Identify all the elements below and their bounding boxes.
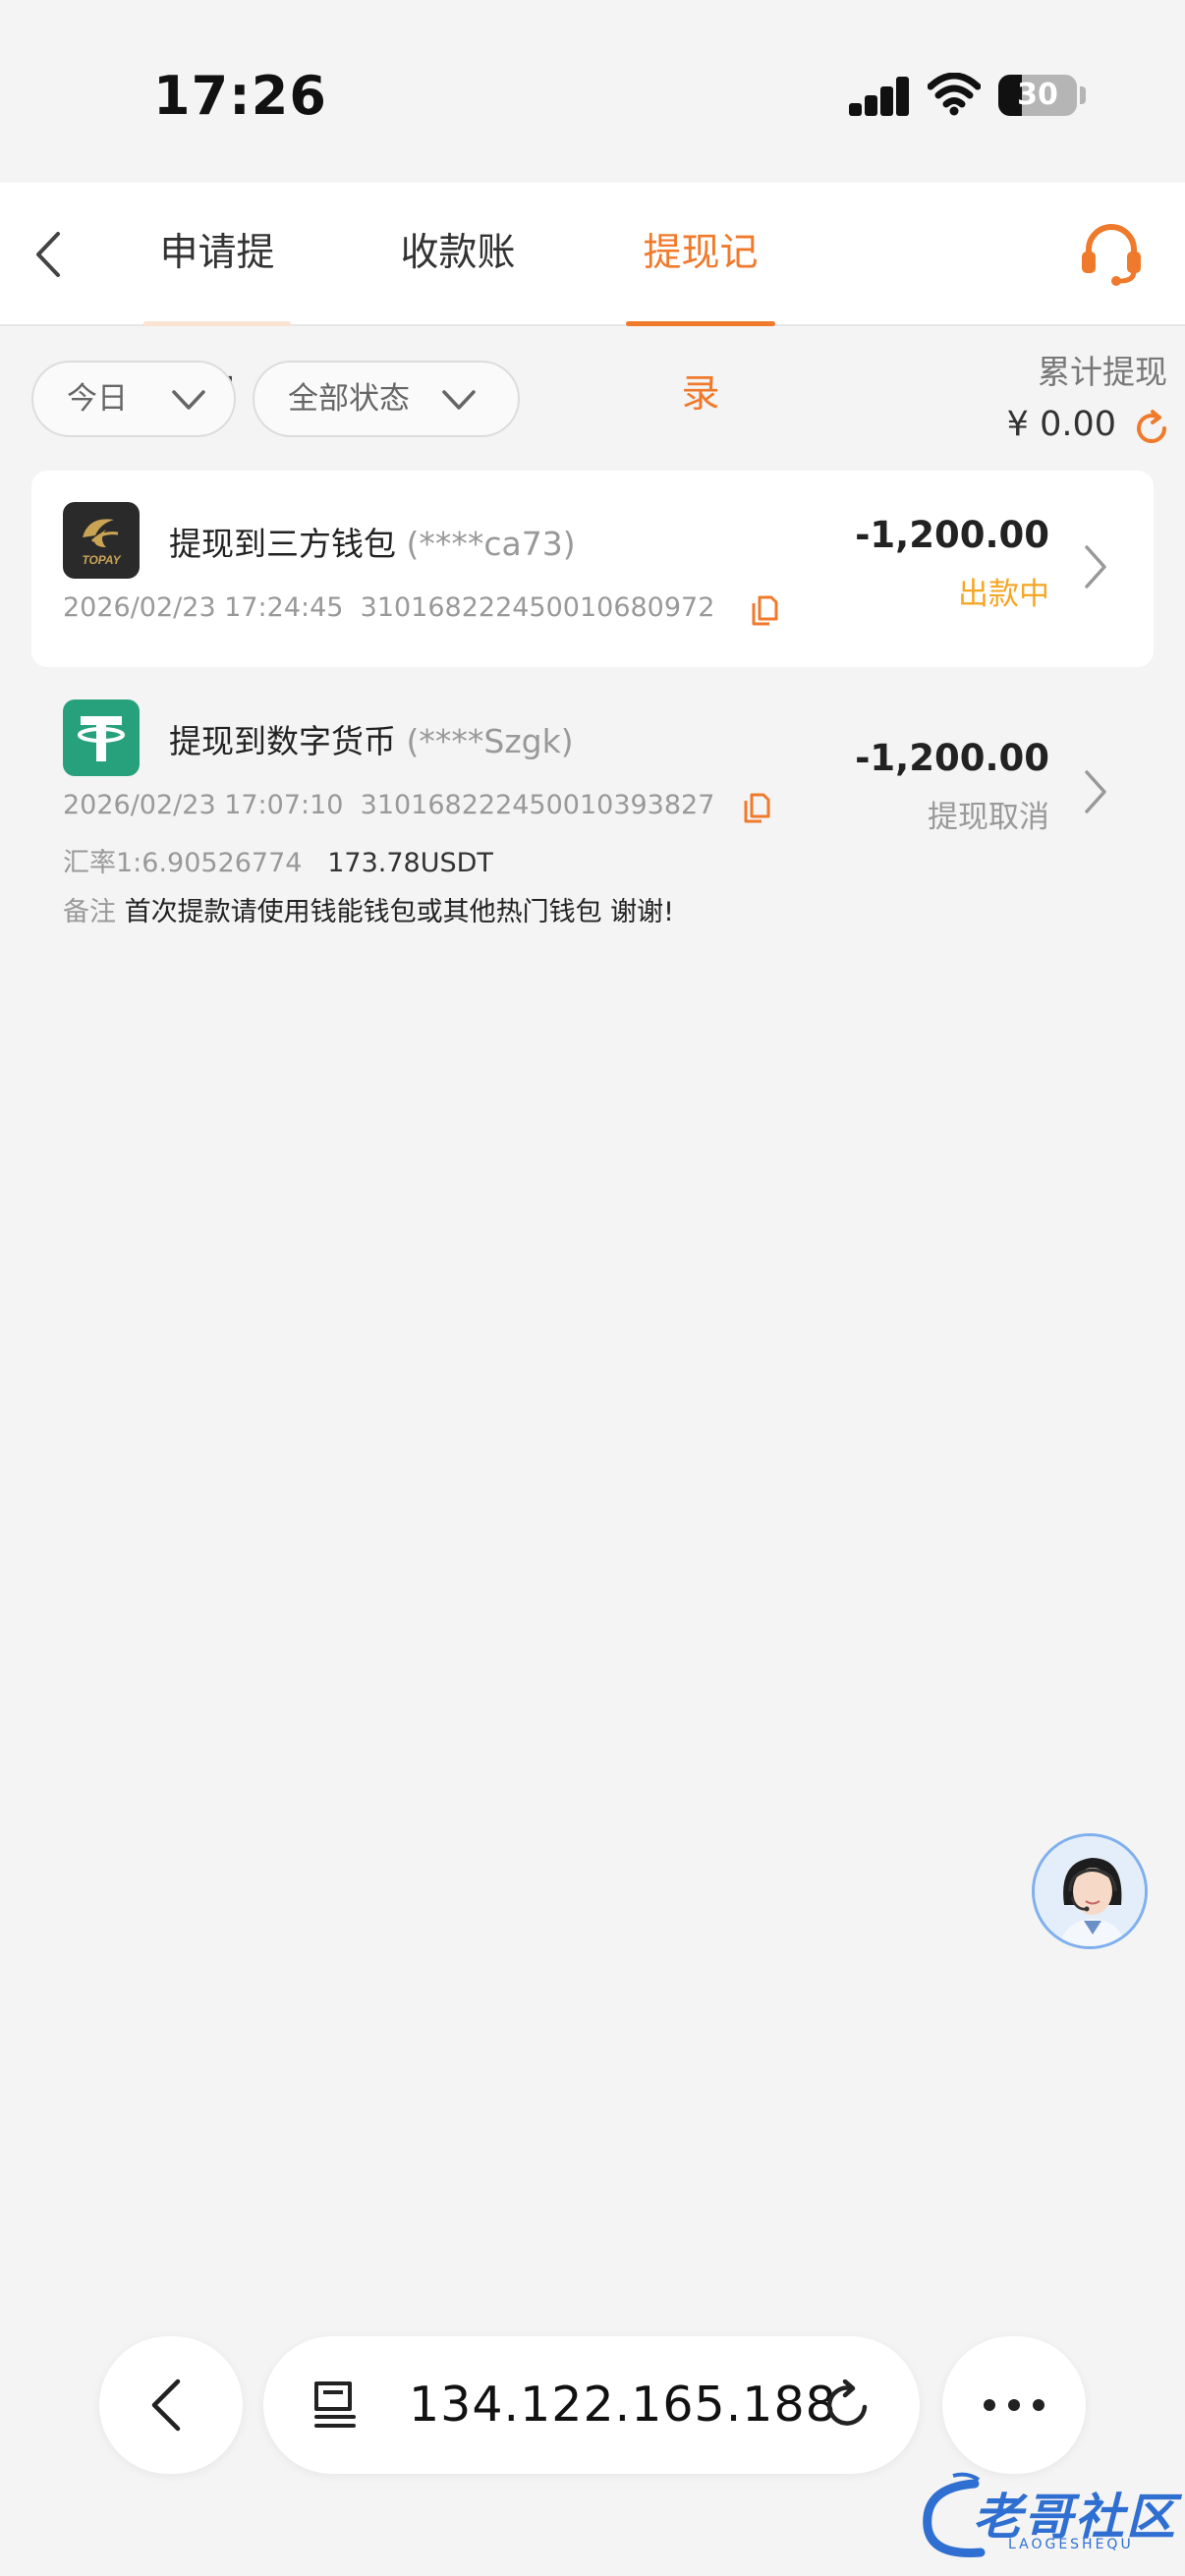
chevron-down-icon: [442, 390, 476, 410]
customer-service-icon[interactable]: [1077, 222, 1146, 287]
back-icon[interactable]: [33, 230, 63, 279]
record-order-id: 310168222450010680972: [360, 592, 715, 623]
tab-withdraw-records[interactable]: 提现记录: [626, 183, 775, 417]
browser-more-button[interactable]: [942, 2336, 1086, 2474]
tether-usdt-icon: [63, 700, 140, 776]
status-filter-dropdown[interactable]: 全部状态: [253, 361, 520, 437]
record-amount: -1,200.00: [855, 514, 1049, 556]
record-amount: -1,200.00: [855, 737, 1049, 779]
total-withdraw-label: 累计提现: [1038, 353, 1167, 391]
support-agent-avatar[interactable]: [1032, 1833, 1148, 1949]
copy-icon[interactable]: [743, 792, 770, 823]
record-note-text: 首次提款请使用钱能钱包或其他热门钱包 谢谢!: [124, 897, 674, 927]
watermark-logo: 老哥社区 LAOGESHEQU: [914, 2470, 1179, 2568]
cellular-signal-icon: [849, 75, 909, 116]
record-title: 提现到三方钱包 (****ca73): [169, 525, 576, 563]
record-exchange-rate: 汇率1:6.90526774 173.78USDT: [63, 848, 493, 878]
record-status: 出款中: [958, 577, 1049, 612]
refresh-icon[interactable]: [1132, 409, 1171, 448]
tab-payee-accounts[interactable]: 收款账户: [384, 183, 532, 417]
svg-text:TOPAY: TOPAY: [82, 553, 121, 567]
status-bar: 17:26 30: [0, 0, 1185, 183]
record-order-id: 310168222450010393827: [360, 790, 715, 820]
url-text: 134.122.165.188: [409, 2377, 837, 2433]
browser-back-button[interactable]: [99, 2336, 243, 2474]
total-withdraw-value: ¥ 0.00: [1006, 405, 1116, 444]
reader-mode-icon[interactable]: [310, 2380, 360, 2431]
withdraw-record-item[interactable]: 提现到数字货币 (****Szgk) 2026/02/23 17:07:10 3…: [31, 678, 1154, 943]
chevron-right-icon: [1085, 770, 1106, 813]
back-arrow-icon: [151, 2379, 181, 2432]
date-filter-label: 今日: [67, 381, 128, 417]
wifi-icon: [928, 73, 981, 116]
browser-address-bar[interactable]: 134.122.165.188: [263, 2336, 920, 2474]
record-datetime: 2026/02/23 17:24:45: [63, 592, 344, 623]
more-icon: [984, 2399, 1044, 2411]
total-withdraw-row: ¥ 0.00: [876, 405, 1171, 452]
record-account-mask: (****Szgk): [406, 722, 574, 760]
reload-icon[interactable]: [821, 2380, 873, 2431]
record-usdt-amount: 173.78USDT: [327, 848, 493, 878]
topay-wallet-icon: TOPAY: [63, 502, 140, 579]
chevron-down-icon: [172, 390, 205, 410]
withdraw-record-item[interactable]: TOPAY 提现到三方钱包 (****ca73) 2026/02/23 17:2…: [31, 471, 1154, 667]
copy-icon[interactable]: [751, 594, 778, 626]
tab-apply-withdraw[interactable]: 申请提现: [143, 183, 291, 417]
record-note: 备注 首次提款请使用钱能钱包或其他热门钱包 谢谢!: [63, 897, 674, 927]
battery-icon: 30: [998, 75, 1077, 116]
record-account-mask: (****ca73): [406, 525, 576, 563]
status-time: 17:26: [153, 65, 327, 127]
battery-level: 30: [1017, 78, 1058, 112]
status-filter-label: 全部状态: [288, 381, 410, 417]
record-datetime: 2026/02/23 17:07:10: [63, 790, 344, 820]
record-datetime-and-order: 2026/02/23 17:07:10 31016822245001039382…: [63, 790, 714, 820]
record-datetime-and-order: 2026/02/23 17:24:45 31016822245001068097…: [63, 592, 714, 623]
chevron-right-icon: [1085, 545, 1106, 588]
date-filter-dropdown[interactable]: 今日: [31, 361, 236, 437]
record-status: 提现取消: [928, 800, 1049, 835]
nav-bar: 申请提现 收款账户 提现记录: [0, 183, 1185, 417]
record-title: 提现到数字货币 (****Szgk): [169, 722, 574, 760]
